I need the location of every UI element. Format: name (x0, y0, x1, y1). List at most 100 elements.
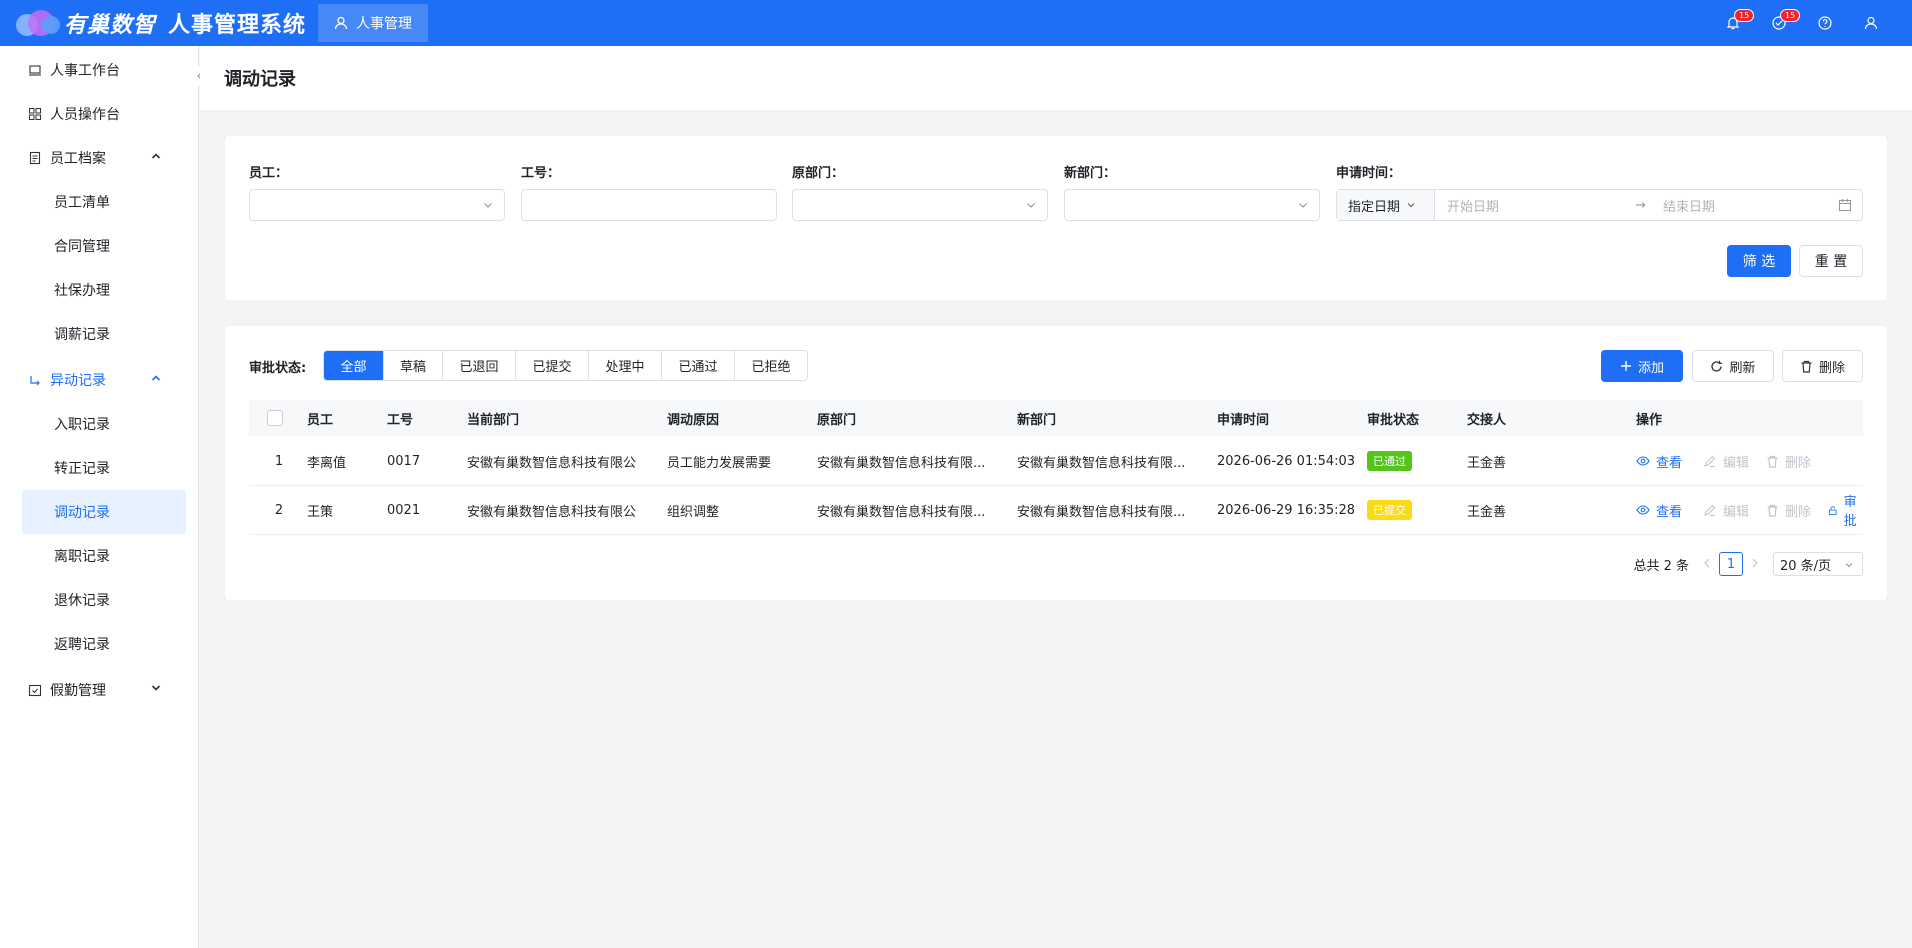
sidebar-item-resignation[interactable]: 离职记录 (0, 534, 198, 578)
id-input[interactable] (521, 189, 777, 221)
user-icon (1864, 16, 1878, 30)
status-tab-returned[interactable]: 已退回 (442, 351, 515, 380)
sidebar-item-salary-adjust[interactable]: 调薪记录 (0, 312, 198, 356)
nav-tab-hr[interactable]: 人事管理 (318, 4, 429, 42)
status-tab-all[interactable]: 全部 (324, 351, 383, 380)
delete-label: 删除 (1785, 504, 1812, 520)
sidebar-item-hr-workbench[interactable]: 人事工作台 (0, 48, 198, 92)
sidebar-item-transfer[interactable]: 调动记录 (22, 490, 186, 534)
employee-select[interactable] (249, 189, 505, 221)
top-header: 有巢数智 人事管理系统 人事管理 15 15 (0, 0, 1912, 46)
sidebar-item-contract[interactable]: 合同管理 (0, 224, 198, 268)
sidebar-item-employee-list[interactable]: 员工清单 (0, 180, 198, 224)
refresh-button[interactable]: 刷新 (1692, 350, 1774, 382)
chevron-down-icon (484, 203, 492, 208)
row-new-dept: 安徽有巢数智信息科技有限... (1017, 504, 1186, 520)
sidebar-item-retirement[interactable]: 退休记录 (0, 578, 198, 622)
sidebar-item-social-security[interactable]: 社保办理 (0, 268, 198, 312)
chevron-down-icon (1299, 203, 1307, 208)
prev-page-button[interactable] (1703, 557, 1711, 572)
sidebar-item-regularization[interactable]: 转正记录 (0, 446, 198, 490)
help-button[interactable] (1802, 0, 1848, 46)
app-title: 人事管理系统 (168, 13, 307, 38)
eye-icon (1636, 505, 1650, 515)
status-tab-submitted[interactable]: 已提交 (515, 351, 588, 380)
col-status: 审批状态 (1367, 412, 1420, 428)
col-handover: 交接人 (1467, 412, 1507, 428)
col-apply-time: 申请时间 (1217, 412, 1270, 428)
col-new-dept: 新部门 (1017, 412, 1057, 428)
new-dept-filter-label: 新部门： (1064, 166, 1117, 181)
start-date-input[interactable]: 开始日期 (1447, 196, 1627, 215)
view-button[interactable]: 查看 (1636, 452, 1682, 471)
status-tab-processing[interactable]: 处理中 (588, 351, 661, 380)
todo-button[interactable]: 15 (1756, 0, 1802, 46)
sidebar-item-onboarding[interactable]: 入职记录 (0, 402, 198, 446)
approve-button[interactable]: 审批 (1828, 491, 1863, 529)
table-header: 员工 工号 当前部门 调动原因 原部门 新部门 申请时间 审批状态 交接人 操作 (249, 400, 1863, 436)
status-tab-approved[interactable]: 已通过 (661, 351, 734, 380)
filter-panel: 员工： 工号： 原部门： 新部门： 申请时间： 指定日期 开始日期 → 结束日期… (225, 136, 1887, 300)
next-page-button[interactable] (1751, 557, 1759, 572)
sidebar-item-employee-archive[interactable]: 员工档案 (0, 136, 198, 180)
arrow-right-icon: → (1635, 197, 1646, 213)
edit-button[interactable]: 编辑 (1703, 501, 1749, 520)
col-id: 工号 (387, 412, 414, 428)
chevron-down-icon (151, 685, 161, 691)
view-label: 查看 (1656, 504, 1683, 520)
notification-button[interactable]: 15 (1710, 0, 1756, 46)
sidebar-item-label: 人事工作台 (50, 63, 120, 79)
reset-button[interactable]: 重 置 (1799, 245, 1863, 277)
user-icon (334, 16, 348, 30)
trash-icon (1767, 504, 1778, 517)
col-current-dept: 当前部门 (467, 412, 520, 428)
delete-button[interactable]: 删除 (1766, 452, 1811, 471)
unlock-icon (1829, 505, 1837, 515)
approve-label: 审批 (1843, 495, 1857, 529)
page-number[interactable]: 1 (1719, 552, 1743, 576)
delete-button[interactable]: 删除 (1766, 501, 1811, 520)
records-panel: 审批状态: 全部 草稿 已退回 已提交 处理中 已通过 已拒绝 添加 刷新 删除… (225, 326, 1887, 600)
old-dept-filter-label: 原部门： (792, 166, 845, 181)
sidebar-item-change-records[interactable]: 异动记录 (0, 358, 198, 402)
date-mode-select[interactable]: 指定日期 (1337, 190, 1435, 220)
date-range-picker: 指定日期 开始日期 → 结束日期 (1336, 189, 1863, 221)
status-tab-rejected[interactable]: 已拒绝 (734, 351, 807, 380)
row-handover: 王金善 (1467, 504, 1507, 520)
row-old-dept: 安徽有巢数智信息科技有限... (817, 504, 986, 520)
end-date-input[interactable]: 结束日期 (1663, 196, 1833, 215)
delete-label: 删除 (1785, 455, 1812, 471)
new-dept-select[interactable] (1064, 189, 1320, 221)
row-current-dept: 安徽有巢数智信息科技有限公 (467, 504, 637, 520)
row-employee: 王策 (307, 504, 334, 520)
row-employee: 李离值 (307, 455, 347, 471)
laptop-icon (29, 65, 41, 76)
edit-button[interactable]: 编辑 (1703, 452, 1749, 471)
edit-icon (1704, 455, 1716, 468)
add-button[interactable]: 添加 (1601, 350, 1683, 382)
status-tab-draft[interactable]: 草稿 (383, 351, 442, 380)
trash-icon (1767, 455, 1778, 468)
status-tabs: 全部 草稿 已退回 已提交 处理中 已通过 已拒绝 (323, 350, 808, 381)
view-button[interactable]: 查看 (1636, 501, 1682, 520)
apply-time-filter-label: 申请时间： (1336, 166, 1402, 181)
chevron-up-icon (151, 153, 161, 159)
sidebar-item-label: 员工档案 (50, 151, 106, 167)
page-size-value: 20 条/页 (1780, 558, 1832, 574)
sidebar-item-staff-console[interactable]: 人员操作台 (0, 92, 198, 136)
page-size-select[interactable]: 20 条/页 (1773, 552, 1863, 576)
filter-button[interactable]: 筛 选 (1727, 245, 1791, 277)
bulk-delete-button[interactable]: 删除 (1782, 350, 1863, 382)
table-row: 1 李离值 0017 安徽有巢数智信息科技有限公 员工能力发展需要 安徽有巢数智… (249, 437, 1863, 486)
sidebar-item-attendance[interactable]: 假勤管理 (0, 668, 198, 712)
old-dept-select[interactable] (792, 189, 1048, 221)
select-all-checkbox[interactable] (267, 410, 283, 426)
add-button-label: 添加 (1637, 360, 1664, 376)
row-id: 0021 (387, 502, 421, 518)
profile-button[interactable] (1848, 0, 1894, 46)
col-reason: 调动原因 (667, 412, 720, 428)
chevron-down-icon (1845, 563, 1853, 568)
total-count: 总共 2 条 (1633, 558, 1689, 574)
sidebar-item-rehire[interactable]: 返聘记录 (0, 622, 198, 666)
view-label: 查看 (1656, 455, 1683, 471)
